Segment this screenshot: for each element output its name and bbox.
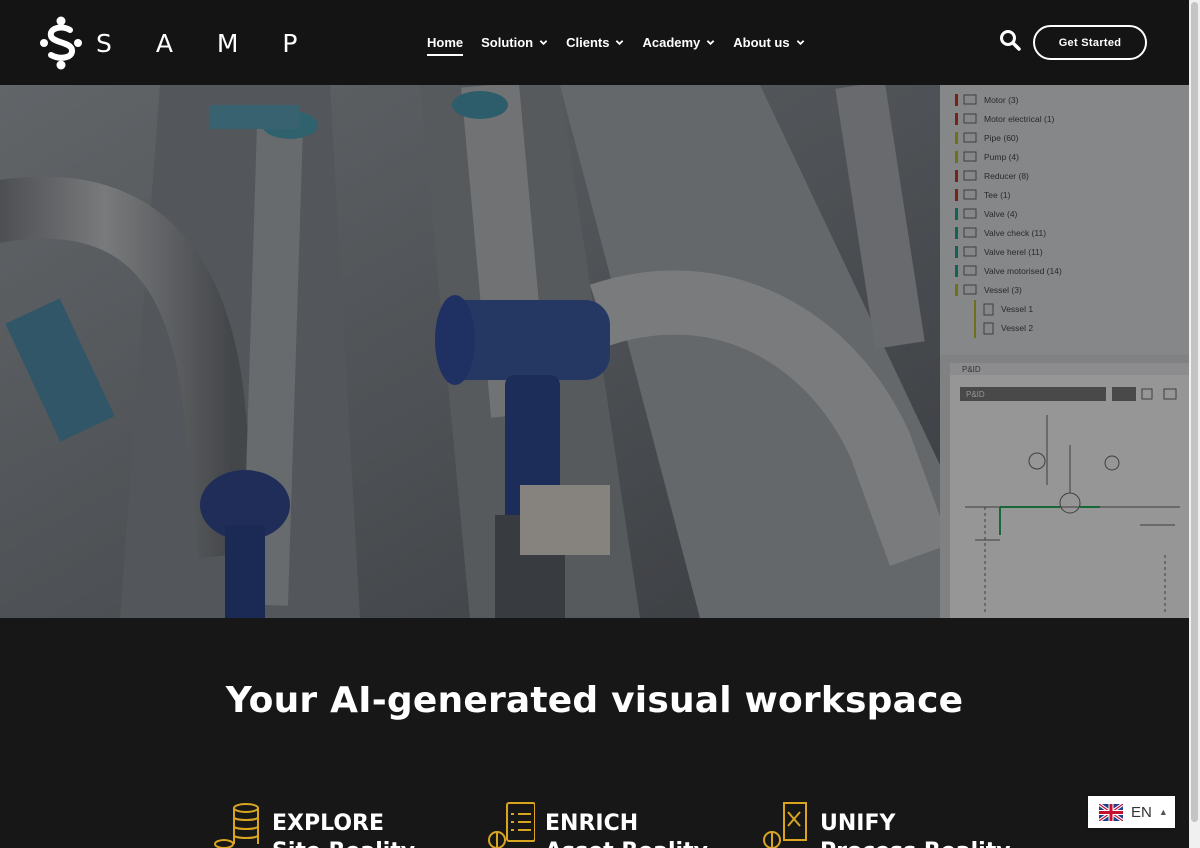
section-title: Your AI-generated visual workspace [225,680,964,721]
nav-item-about-us[interactable]: About us [733,35,804,50]
nav-label: About us [733,35,790,50]
page-scrollbar[interactable] [1189,0,1200,848]
feature-heading: EXPLORE [272,811,385,836]
chevron-down-icon [706,40,715,46]
chevron-down-icon [539,40,548,46]
site-header: S A M P Home Solution Clients Academy Ab… [0,0,1189,85]
nav-label: Academy [642,35,701,50]
feature-subheading: Site Reality [272,838,415,848]
samp-logo-icon [40,16,82,70]
database-icon [214,803,259,848]
scrollbar-thumb[interactable] [1191,2,1198,822]
feature-subheading: Asset Reality [545,838,708,848]
language-switcher[interactable]: EN ▲ [1088,796,1175,828]
brand-name: S A M P [96,28,316,58]
process-document-icon [763,802,807,848]
chevron-down-icon [616,40,624,46]
uk-flag-icon [1099,803,1123,821]
nav-item-home[interactable]: Home [427,35,464,56]
brand-logo[interactable]: S A M P [40,16,315,70]
feature-heading: UNIFY [820,811,896,836]
nav-label: Solution [481,35,534,50]
nav-item-solution[interactable]: Solution [481,35,548,50]
feature-subheading: Process Reality [820,838,1011,848]
get-started-button[interactable]: Get Started [1033,25,1147,60]
hero-overlay [0,85,1189,618]
nav-item-clients[interactable]: Clients [566,35,624,50]
feature-explore[interactable]: EXPLORE Site Reality [212,800,415,848]
chevron-up-icon: ▲ [1158,807,1168,817]
nav-label: Clients [566,35,610,50]
search-icon[interactable] [999,29,1021,51]
nav-item-academy[interactable]: Academy [642,35,715,50]
feature-enrich[interactable]: ENRICH Asset Reality [485,800,708,848]
checklist-icon [488,802,535,848]
feature-heading: ENRICH [545,811,639,836]
nav-label: Home [427,35,464,50]
hero-image: Motor (3) Motor electrical (1) Pipe (60)… [0,85,1189,618]
chevron-down-icon [796,40,804,46]
main-nav: Home Solution Clients Academy About us [427,0,823,85]
feature-unify[interactable]: UNIFY Process Reality [760,800,1011,848]
language-code: EN [1131,803,1152,821]
